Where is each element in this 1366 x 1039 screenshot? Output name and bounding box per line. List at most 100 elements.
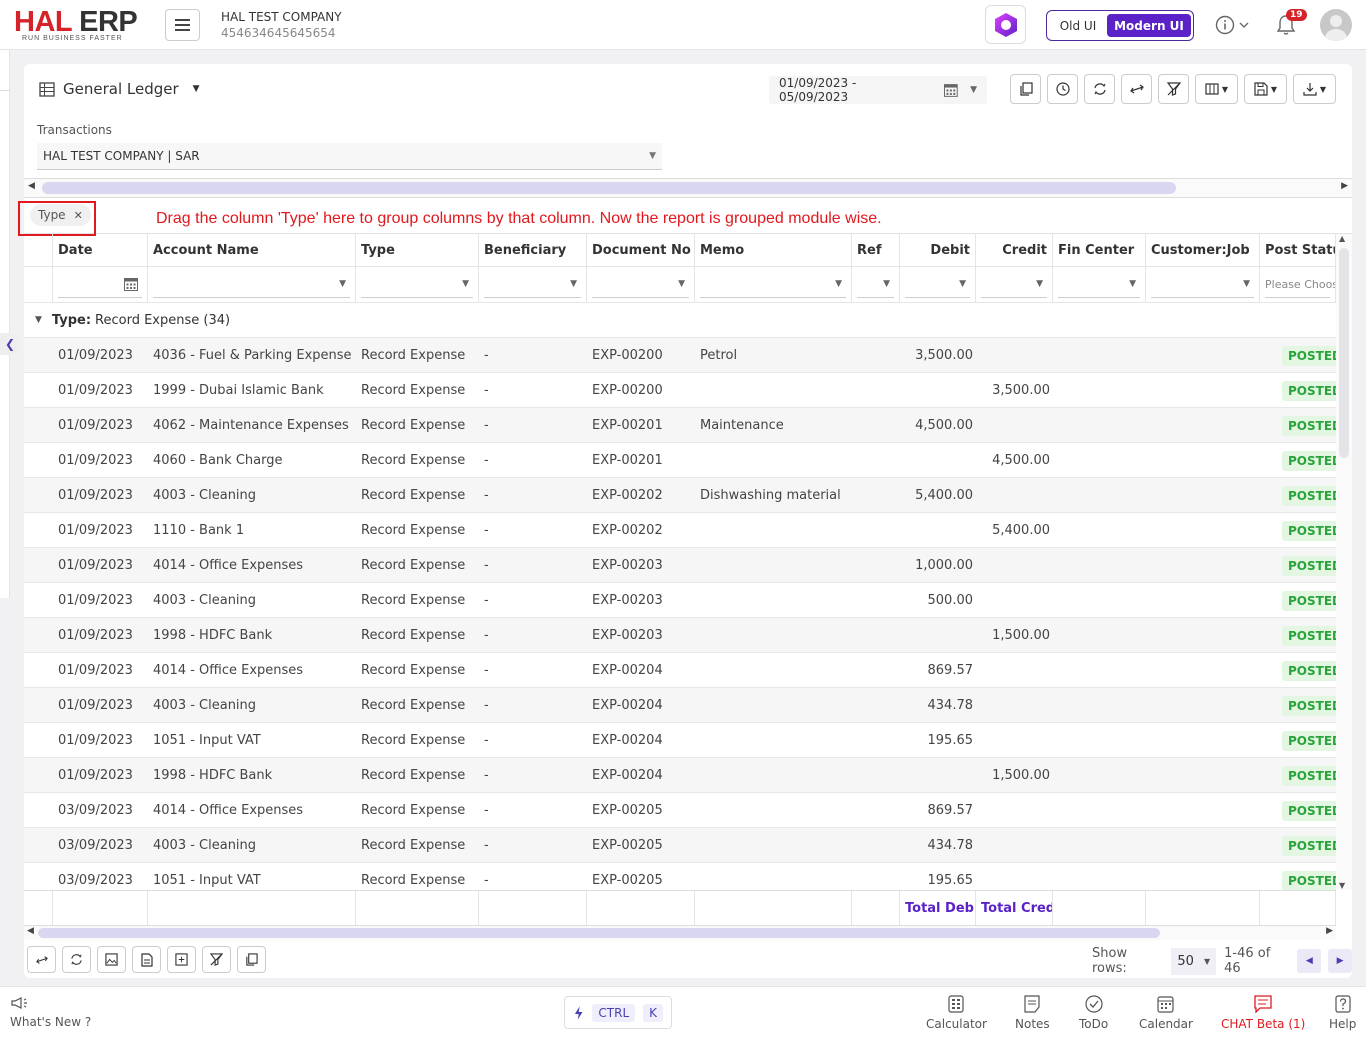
table-row[interactable]: 01/09/2023 1051 - Input VAT Record Expense… xyxy=(24,723,1336,758)
scroll-thumb[interactable] xyxy=(42,182,1176,194)
table-row[interactable]: 01/09/2023 4003 - Cleaning Record Expense -… xyxy=(24,583,1336,618)
collapse-triangle-icon[interactable]: ▼ xyxy=(35,315,42,325)
scroll-right-arrow[interactable]: ▶ xyxy=(1341,181,1348,191)
caret-down-icon[interactable]: ▼ xyxy=(970,85,977,95)
table-row[interactable]: 01/09/2023 1110 - Bank 1 Record Expense - EX… xyxy=(24,513,1336,548)
copy-button[interactable] xyxy=(237,946,266,973)
table-row[interactable]: 01/09/2023 4003 - Cleaning Record Expense -… xyxy=(24,688,1336,723)
table-row[interactable]: 01/09/2023 4014 - Office Expenses Record E… xyxy=(24,653,1336,688)
column-header-customer-job[interactable]: Customer:Job xyxy=(1146,234,1260,266)
column-header-memo[interactable]: Memo xyxy=(695,234,852,266)
column-header-credit[interactable]: Credit xyxy=(976,234,1053,266)
swap-button[interactable] xyxy=(1121,74,1152,104)
notes-button[interactable]: Notes xyxy=(1015,995,1050,1031)
history-button[interactable] xyxy=(1047,74,1078,104)
column-header-debit[interactable]: Debit xyxy=(900,234,976,266)
sidebar-expand-button[interactable]: ❮ xyxy=(0,333,20,355)
horizontal-scrollbar-top[interactable]: ◀ ▶ xyxy=(24,178,1352,198)
column-header-account-name[interactable]: Account Name xyxy=(148,234,356,266)
download-button[interactable]: ▼ xyxy=(1293,74,1336,104)
column-header-post-status[interactable]: Post Status xyxy=(1260,234,1336,266)
post-status-filter[interactable]: Please Choose xyxy=(1265,272,1335,298)
table-row[interactable]: 01/09/2023 1998 - HDFC Bank Record Expense… xyxy=(24,758,1336,793)
column-header-document-no[interactable]: Document No xyxy=(587,234,695,266)
table-row[interactable]: 01/09/2023 1999 - Dubai Islamic Bank Recor… xyxy=(24,373,1336,408)
app-switcher-button[interactable] xyxy=(985,5,1026,44)
horizontal-scrollbar-bottom[interactable]: ◀ ▶ xyxy=(24,926,1336,940)
table-row[interactable]: 01/09/2023 4062 - Maintenance Expenses Rec… xyxy=(24,408,1336,443)
calendar-icon[interactable] xyxy=(124,277,138,291)
refresh-button[interactable] xyxy=(1084,74,1115,104)
column-header-fin-center[interactable]: Fin Center xyxy=(1053,234,1146,266)
column-header-type[interactable]: Type xyxy=(356,234,479,266)
avatar[interactable] xyxy=(1320,9,1352,41)
table-row[interactable]: 01/09/2023 1998 - HDFC Bank Record Expense… xyxy=(24,618,1336,653)
old-ui-option[interactable]: Old UI xyxy=(1049,19,1107,33)
credit-filter-select[interactable]: ▼ xyxy=(981,272,1047,298)
help-button[interactable]: Help xyxy=(1329,995,1356,1031)
document-button[interactable] xyxy=(132,946,161,973)
scroll-up-arrow[interactable]: ▲ xyxy=(1339,234,1345,243)
hal-erp-logo[interactable]: HAL ERP RUN BUSINESS FASTER xyxy=(14,7,149,43)
info-dropdown[interactable] xyxy=(1215,15,1249,35)
table-row[interactable]: 03/09/2023 4003 - Cleaning Record Expense -… xyxy=(24,828,1336,863)
calculator-button[interactable]: Calculator xyxy=(926,995,987,1031)
date-range-picker[interactable]: 01/09/2023 - 05/09/2023 ▼ xyxy=(769,76,987,104)
scroll-thumb[interactable] xyxy=(1339,248,1349,458)
table-row[interactable]: 03/09/2023 4014 - Office Expenses Record E… xyxy=(24,793,1336,828)
chat-button[interactable]: CHAT Beta (1) xyxy=(1221,995,1305,1031)
notifications-button[interactable]: 19 xyxy=(1276,9,1307,40)
save-button[interactable]: ▼ xyxy=(1244,74,1287,104)
clear-filter-button[interactable] xyxy=(1158,74,1189,104)
rows-per-page-select[interactable]: 50 ▼ xyxy=(1171,947,1217,975)
scroll-left-arrow[interactable]: ◀ xyxy=(27,926,34,936)
table-row[interactable]: 01/09/2023 4036 - Fuel & Parking Expense R… xyxy=(24,338,1336,373)
table-row[interactable]: 03/09/2023 1051 - Input VAT Record Expense… xyxy=(24,863,1336,890)
image-export-button[interactable] xyxy=(97,946,126,973)
group-row[interactable]: ▼ Type: Record Expense (34) xyxy=(24,303,1336,338)
clear-filter-button[interactable] xyxy=(202,946,231,973)
account-name-filter-select[interactable]: ▼ xyxy=(153,272,350,298)
type-filter-select[interactable]: ▼ xyxy=(361,272,473,298)
column-header-ref[interactable]: Ref xyxy=(852,234,900,266)
document-no-filter-select[interactable]: ▼ xyxy=(592,272,689,298)
scroll-down-arrow[interactable]: ▼ xyxy=(1339,881,1345,890)
cell-debit: 4,500.00 xyxy=(915,418,973,433)
calendar-button[interactable]: Calendar xyxy=(1139,995,1193,1031)
scroll-right-arrow[interactable]: ▶ xyxy=(1326,926,1333,936)
memo-filter-select[interactable]: ▼ xyxy=(700,272,846,298)
vertical-scrollbar[interactable]: ▲ ▼ xyxy=(1336,234,1352,890)
menu-toggle-button[interactable] xyxy=(165,9,200,41)
debit-filter-select[interactable]: ▼ xyxy=(905,272,970,298)
group-chip-type[interactable]: Type ✕ xyxy=(30,204,91,226)
table-row[interactable]: 01/09/2023 4060 - Bank Charge Record Expen… xyxy=(24,443,1336,478)
transactions-select[interactable]: HAL TEST COMPANY | SAR ▼ xyxy=(37,143,662,170)
prev-page-button[interactable]: ◀ xyxy=(1297,949,1322,973)
close-icon[interactable]: ✕ xyxy=(74,209,83,222)
report-title-dropdown[interactable]: General Ledger ▼ xyxy=(39,80,200,98)
scroll-thumb[interactable] xyxy=(38,928,1160,938)
column-header-date[interactable]: Date xyxy=(53,234,148,266)
date-filter-input[interactable] xyxy=(58,272,142,298)
expand-button[interactable] xyxy=(167,946,196,973)
todo-button[interactable]: ToDo xyxy=(1079,995,1108,1031)
fin-center-filter-select[interactable]: ▼ xyxy=(1058,272,1140,298)
ref-filter-select[interactable]: ▼ xyxy=(857,272,894,298)
copy-button[interactable] xyxy=(1010,74,1041,104)
refresh-button[interactable] xyxy=(62,946,91,973)
beneficiary-filter-select[interactable]: ▼ xyxy=(484,272,581,298)
ui-toggle[interactable]: Old UI Modern UI xyxy=(1046,10,1194,41)
whats-new-button[interactable]: What's New ? xyxy=(10,995,91,1029)
command-palette-button[interactable]: CTRL K xyxy=(564,996,672,1029)
calendar-icon[interactable] xyxy=(944,83,959,97)
columns-button[interactable]: ▼ xyxy=(1195,74,1238,104)
customer-job-filter-select[interactable]: ▼ xyxy=(1151,272,1254,298)
swap-button[interactable] xyxy=(27,946,56,973)
group-by-panel[interactable]: Type ✕ Drag the column 'Type' here to gr… xyxy=(18,198,1352,236)
table-row[interactable]: 01/09/2023 4003 - Cleaning Record Expense -… xyxy=(24,478,1336,513)
table-row[interactable]: 01/09/2023 4014 - Office Expenses Record E… xyxy=(24,548,1336,583)
modern-ui-option[interactable]: Modern UI xyxy=(1107,14,1191,37)
next-page-button[interactable]: ▶ xyxy=(1328,949,1352,973)
scroll-left-arrow[interactable]: ◀ xyxy=(28,181,35,191)
column-header-beneficiary[interactable]: Beneficiary xyxy=(479,234,587,266)
